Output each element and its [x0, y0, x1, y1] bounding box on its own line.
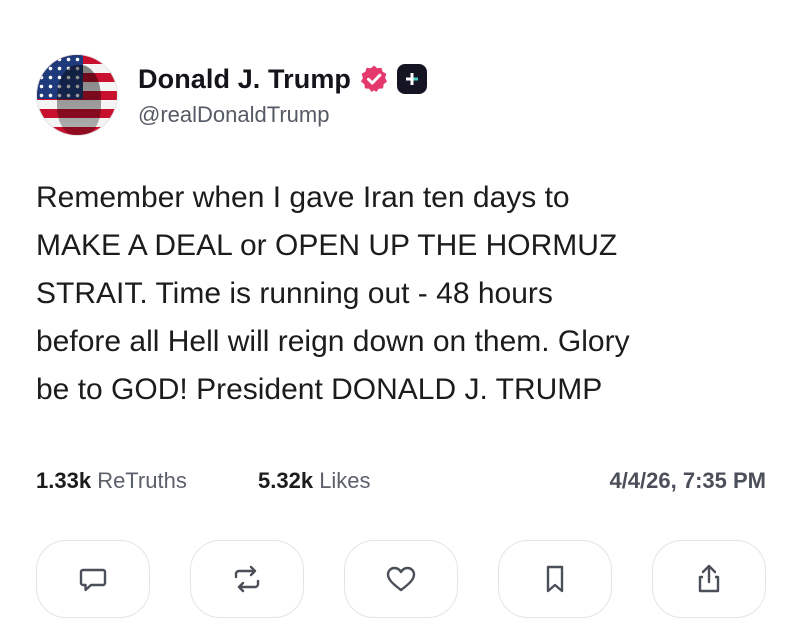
retruth-icon: [234, 565, 260, 593]
post-stats: 1.33k ReTruths 5.32k Likes 4/4/26, 7:35 …: [36, 468, 766, 498]
avatar[interactable]: [36, 54, 118, 136]
reply-icon: [79, 568, 107, 592]
share-button[interactable]: [652, 540, 766, 618]
post-body-text: Remember when I gave Iran ten days to MA…: [36, 181, 630, 406]
post-header: Donald J. Trump @realDonaldTrump: [36, 54, 776, 136]
author-handle[interactable]: @realDonaldTrump: [138, 102, 329, 128]
retruths-stat[interactable]: 1.33k ReTruths: [36, 468, 187, 494]
bookmark-button[interactable]: [498, 540, 612, 618]
post-timestamp[interactable]: 4/4/26, 7:35 PM: [609, 468, 766, 494]
post-action-bar: [36, 540, 766, 618]
verified-badge-icon: [361, 65, 388, 92]
author-name-row: Donald J. Trump: [138, 62, 428, 96]
share-icon: [698, 564, 720, 593]
likes-count: 5.32k: [258, 468, 314, 493]
like-button[interactable]: [344, 540, 458, 618]
retruth-button[interactable]: [190, 540, 304, 618]
author-display-name[interactable]: Donald J. Trump: [138, 64, 351, 95]
likes-stat[interactable]: 5.32k Likes: [258, 468, 371, 494]
truth-social-icon: [397, 64, 428, 94]
retruths-count: 1.33k: [36, 468, 92, 493]
avatar-portrait: [57, 65, 101, 135]
likes-label: Likes: [319, 468, 371, 493]
reply-button[interactable]: [36, 540, 150, 618]
bookmark-icon: [546, 565, 564, 593]
like-icon: [386, 566, 416, 592]
retruths-label: ReTruths: [97, 468, 187, 493]
